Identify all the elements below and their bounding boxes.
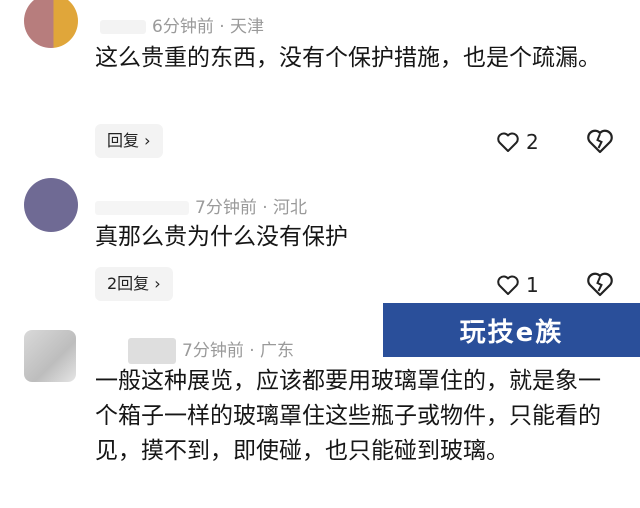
avatar[interactable] xyxy=(24,0,78,48)
comment-time: 7分钟前 xyxy=(195,198,257,218)
reply-button[interactable]: 回复 › xyxy=(95,124,163,158)
watermark-text: 玩技e族 xyxy=(459,317,564,348)
heart-icon xyxy=(497,275,519,295)
like-count: 1 xyxy=(526,273,539,297)
like-count: 2 xyxy=(526,130,539,154)
comment-location: 广东 xyxy=(260,341,295,361)
comment-location: 天津 xyxy=(230,17,265,37)
comment-meta: 7分钟前 · 河北 xyxy=(95,193,307,218)
comment-text: 真那么贵为什么没有保护 xyxy=(95,224,348,250)
chevron-right-icon: › xyxy=(154,274,161,293)
comment-feed: 6分钟前 · 天津 这么贵重的东西，没有个保护措施，也是个疏漏。 回复 › 2 … xyxy=(0,0,640,508)
avatar[interactable] xyxy=(24,330,76,382)
comment-meta: 7分钟前 · 广东 xyxy=(128,336,294,364)
blurred-username xyxy=(128,338,176,364)
reply-label: 2回复 xyxy=(107,274,150,293)
comment-location: 河北 xyxy=(273,198,308,218)
separator: · xyxy=(262,198,268,218)
comment-meta: 6分钟前 · 天津 xyxy=(100,12,264,37)
reply-label: 回复 xyxy=(107,131,140,150)
chevron-right-icon: › xyxy=(144,131,151,150)
blurred-username xyxy=(100,20,146,34)
heart-icon xyxy=(497,132,519,152)
comment-text: 这么贵重的东西，没有个保护措施，也是个疏漏。 xyxy=(95,45,601,71)
like-button[interactable]: 1 xyxy=(496,270,539,300)
dislike-heart-icon[interactable] xyxy=(585,269,615,299)
separator: · xyxy=(219,17,225,37)
comment-time: 6分钟前 xyxy=(152,17,214,37)
dislike-heart-icon[interactable] xyxy=(585,126,615,156)
blurred-username xyxy=(95,201,189,215)
like-button[interactable]: 2 xyxy=(496,127,539,157)
comment-text: 一般这种展览，应该都要用玻璃罩住的，就是象一个箱子一样的玻璃罩住这些瓶子或物件，… xyxy=(95,368,601,464)
reply-button[interactable]: 2回复 › xyxy=(95,267,173,301)
separator: · xyxy=(249,341,255,361)
comment-time: 7分钟前 xyxy=(182,341,244,361)
avatar[interactable] xyxy=(24,178,78,232)
watermark-logo: 玩技e族 xyxy=(383,303,640,357)
